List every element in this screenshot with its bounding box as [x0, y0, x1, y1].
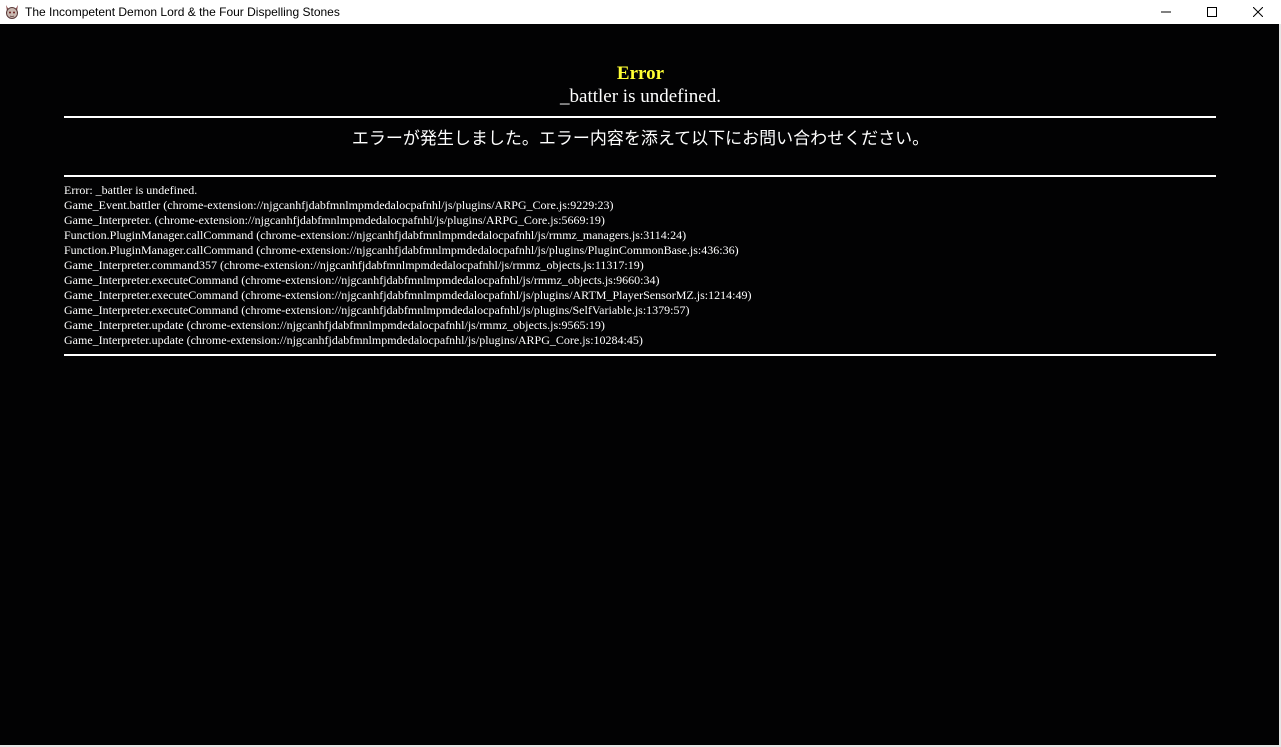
stack-line: Game_Interpreter. (chrome-extension://nj…: [64, 213, 605, 227]
stack-line: Function.PluginManager.callCommand (chro…: [64, 243, 739, 257]
stack-line: Game_Interpreter.executeCommand (chrome-…: [64, 273, 660, 287]
close-icon: [1253, 7, 1263, 17]
error-screen: Error _battler is undefined. エラーが発生しました。…: [0, 24, 1281, 745]
stack-line: Error: _battler is undefined.: [64, 183, 198, 197]
stack-trace: Error: _battler is undefined. Game_Event…: [64, 183, 1216, 348]
window-title: The Incompetent Demon Lord & the Four Di…: [25, 5, 340, 19]
title-bar[interactable]: The Incompetent Demon Lord & the Four Di…: [0, 0, 1281, 24]
divider: [64, 116, 1216, 118]
game-window: The Incompetent Demon Lord & the Four Di…: [0, 0, 1281, 747]
stack-line: Game_Interpreter.executeCommand (chrome-…: [64, 303, 690, 317]
minimize-icon: [1161, 7, 1171, 17]
stack-line: Function.PluginManager.callCommand (chro…: [64, 228, 687, 242]
close-button[interactable]: [1235, 0, 1281, 24]
minimize-button[interactable]: [1143, 0, 1189, 24]
stack-line: Game_Interpreter.update (chrome-extensio…: [64, 333, 643, 347]
error-message: _battler is undefined.: [560, 86, 721, 107]
error-name: Error: [616, 63, 665, 84]
demon-face-icon: [4, 4, 20, 20]
maximize-icon: [1207, 7, 1217, 17]
maximize-button[interactable]: [1189, 0, 1235, 24]
divider: [64, 175, 1216, 177]
window-controls: [1143, 0, 1281, 24]
stack-line: Game_Interpreter.update (chrome-extensio…: [64, 318, 605, 332]
error-notice: エラーが発生しました。エラー内容を添えて以下にお問い合わせください。: [351, 129, 930, 149]
stack-line: Game_Interpreter.executeCommand (chrome-…: [64, 288, 752, 302]
stack-line: Game_Interpreter.command357 (chrome-exte…: [64, 258, 644, 272]
stack-line: Game_Event.battler (chrome-extension://n…: [64, 198, 614, 212]
divider: [64, 354, 1216, 356]
